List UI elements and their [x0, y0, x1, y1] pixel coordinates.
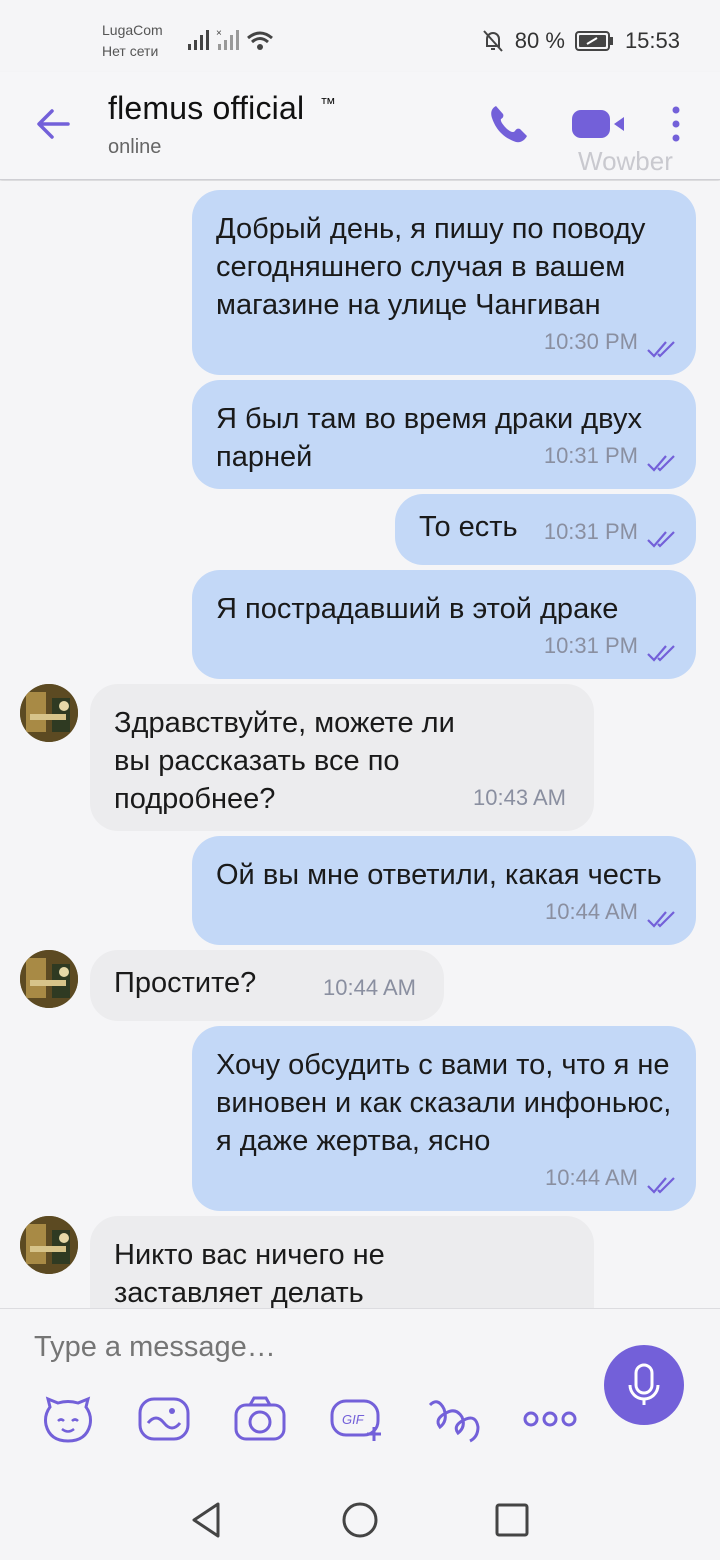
- avatar-image: [20, 950, 78, 1008]
- camera-icon[interactable]: [230, 1393, 290, 1445]
- phone-call-icon[interactable]: [486, 102, 530, 146]
- watermark: Wowber: [578, 146, 673, 176]
- message-bubble-incoming[interactable]: Никто вас ничего не заставляет делать: [90, 1216, 594, 1308]
- message-bubble-outgoing[interactable]: Я пострадавший в этой драке 10:31 PM: [192, 570, 696, 679]
- message-time: 10:30 PM: [543, 329, 638, 354]
- read-double-check-icon: [647, 341, 675, 358]
- clock: 15:53: [624, 28, 680, 53]
- message-text: Я пострадавший в этой драке: [216, 593, 619, 625]
- message-bubble-outgoing[interactable]: Добрый день, я пишу по поводу сегодняшне…: [192, 190, 696, 375]
- nav-back-icon[interactable]: [188, 1500, 224, 1540]
- message-time: 10:31 PM: [543, 519, 638, 544]
- contact-avatar[interactable]: [20, 684, 78, 742]
- message-bubble-incoming[interactable]: Здравствуйте, можете ли вы рассказать вс…: [90, 684, 594, 831]
- voice-record-button[interactable]: [604, 1345, 684, 1425]
- avatar-image: [20, 1216, 78, 1274]
- message-bubble-outgoing[interactable]: Я был там во время драки двух парней 10:…: [192, 380, 696, 489]
- message-text: Хочу обсудить с вами то, что я не винове…: [216, 1049, 672, 1157]
- message-text: Здравствуйте, можете ли вы рассказать вс…: [114, 707, 455, 815]
- message-bubble-outgoing[interactable]: Хочу обсудить с вами то, что я не винове…: [192, 1026, 696, 1211]
- battery-percent: 80 %: [514, 28, 565, 53]
- message-text: Ой вы мне ответили, какая честь: [216, 859, 662, 891]
- doodle-icon[interactable]: [134, 1393, 194, 1445]
- message-time: 10:43 AM: [473, 785, 566, 810]
- video-call-icon[interactable]: [570, 106, 628, 142]
- battery-icon: [574, 31, 613, 51]
- message-bubble-outgoing[interactable]: То есть 10:31 PM: [395, 494, 696, 565]
- read-double-check-icon: [647, 645, 675, 662]
- avatar-image: [20, 684, 78, 742]
- message-time: 10:31 PM: [543, 633, 638, 658]
- microphone-icon: [628, 1363, 660, 1405]
- message-text: Добрый день, я пишу по поводу сегодняшне…: [216, 213, 646, 321]
- sticker-icon[interactable]: [38, 1393, 98, 1445]
- more-options-icon[interactable]: [664, 104, 688, 144]
- gif-icon[interactable]: GIF: [328, 1393, 388, 1445]
- carrier-name: LugaCom: [102, 22, 163, 38]
- message-time: 10:44 AM: [545, 899, 638, 924]
- message-time: 10:44 AM: [323, 975, 416, 1000]
- read-double-check-icon: [647, 531, 675, 548]
- status-right: 80 % 15:53: [481, 28, 680, 54]
- message-time: 10:31 PM: [543, 443, 638, 468]
- back-arrow-icon[interactable]: [32, 102, 76, 146]
- presence-status: online: [108, 136, 162, 158]
- scribble-icon[interactable]: [424, 1393, 484, 1445]
- message-bubble-incoming[interactable]: Простите? 10:44 AM: [90, 950, 444, 1021]
- status-bar: LugaCom Нет сети × 80 % 15:53: [0, 0, 720, 72]
- message-input[interactable]: [34, 1327, 574, 1367]
- gif-label: GIF: [342, 1412, 365, 1427]
- message-composer: GIF: [0, 1308, 720, 1480]
- nav-home-icon[interactable]: [340, 1500, 380, 1540]
- read-double-check-icon: [647, 911, 675, 928]
- svg-text:×: ×: [216, 28, 222, 39]
- mute-bell-icon: [483, 30, 503, 52]
- carrier-info: LugaCom Нет сети: [102, 20, 163, 62]
- signal-wifi-icon: ×: [188, 28, 273, 50]
- more-icon[interactable]: [520, 1393, 580, 1445]
- nav-recents-icon[interactable]: [494, 1502, 530, 1538]
- message-list[interactable]: Добрый день, я пишу по поводу сегодняшне…: [0, 181, 720, 1308]
- message-text: Никто вас ничего не заставляет делать: [114, 1239, 385, 1308]
- message-bubble-outgoing[interactable]: Ой вы мне ответили, какая честь 10:44 AM: [192, 836, 696, 945]
- read-double-check-icon: [647, 1177, 675, 1194]
- read-double-check-icon: [647, 455, 675, 472]
- chat-header: flemus official ™ online Wowber: [0, 72, 720, 180]
- contact-name[interactable]: flemus official: [108, 90, 304, 127]
- contact-avatar[interactable]: [20, 1216, 78, 1274]
- message-time: 10:44 AM: [545, 1165, 638, 1190]
- contact-avatar[interactable]: [20, 950, 78, 1008]
- trademark-mark: ™: [320, 96, 336, 113]
- system-nav-bar: [0, 1480, 720, 1560]
- network-status: Нет сети: [102, 43, 159, 59]
